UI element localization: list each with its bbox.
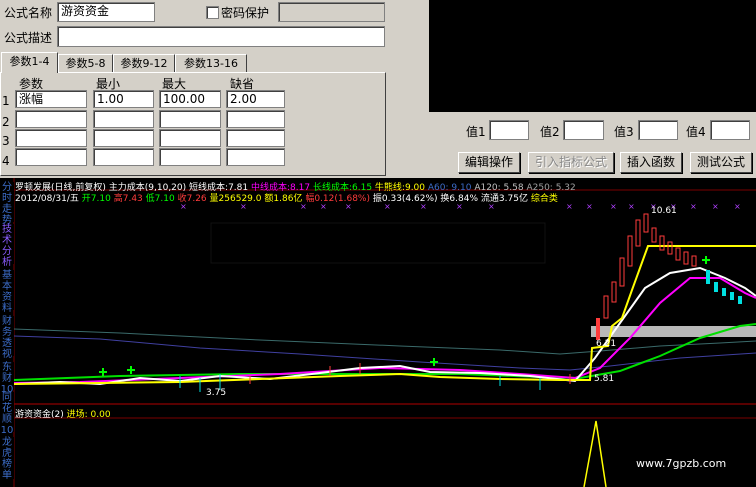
watermark-text: www.7gpzb.com (636, 457, 727, 470)
bull-bear-line (13, 245, 756, 385)
param-min-input[interactable] (93, 148, 154, 166)
high-price-annotation: 10.61 (651, 206, 677, 216)
open-value: 7.10 (90, 194, 111, 204)
password-label: 密码保护 (221, 6, 270, 20)
value4-label: 值4 (686, 125, 706, 139)
password-checkbox[interactable] (206, 6, 219, 19)
redaction-box (210, 222, 546, 264)
param-name-input[interactable] (15, 148, 87, 166)
turnover-value: 6.84% (449, 194, 479, 204)
import-indicator-button[interactable]: 引入指标公式 (528, 152, 614, 173)
stock-chart-area: × × × × × × × × × × × × × × × × × × 10.61 3.75 6.21 … (0, 178, 756, 487)
sidebar-item-financial[interactable]: 财务透视 (0, 316, 14, 360)
change-label: 幅 (305, 194, 315, 204)
tab-params-13-16[interactable]: 参数13-16 (175, 54, 247, 72)
float-value: 3.75亿 (498, 194, 528, 204)
param-max-input[interactable] (159, 110, 221, 128)
svg-text:×: × (610, 202, 617, 211)
price-annotation-2: 5.81 (594, 374, 615, 384)
param-max-input[interactable] (159, 129, 221, 147)
param-row-number: 1 (2, 94, 10, 108)
svg-text:×: × (734, 202, 741, 211)
formula-desc-input[interactable] (57, 26, 385, 47)
volume-value: 256529.0 (218, 194, 262, 204)
overlay-black-box (429, 0, 756, 112)
quote-line: 2012/08/31/五 开7.10 高7.43 低7.10 收7.26 量25… (15, 191, 558, 204)
green-arrow-marks (99, 256, 710, 376)
stock-chart-svg: × × × × × × × × × × × × × × × × × × (13, 178, 756, 487)
param-row-number: 3 (2, 134, 10, 148)
low-value: 7.10 (154, 194, 175, 204)
param-name-input[interactable]: 涨幅 (15, 90, 87, 108)
param-min-input[interactable] (93, 110, 154, 128)
svg-text:×: × (566, 202, 573, 211)
value3-label: 值3 (614, 125, 634, 139)
high-value: 7.43 (122, 194, 143, 204)
close-label: 收 (177, 194, 187, 204)
param-min-input[interactable] (93, 129, 154, 147)
svg-text:×: × (712, 202, 719, 211)
param-row-number: 4 (2, 154, 10, 168)
close-value: 7.26 (186, 194, 207, 204)
svg-text:×: × (628, 202, 635, 211)
formula-desc-label: 公式描述 (4, 31, 53, 45)
amplitude-value: 0.33(4.62%) (381, 194, 438, 204)
open-label: 开 (81, 194, 91, 204)
param-default-input[interactable] (226, 129, 285, 147)
tab-params-1-4[interactable]: 参数1-4 (1, 52, 58, 73)
mid-price-annotation: 6.21 (596, 339, 617, 349)
value1-label: 值1 (466, 125, 486, 139)
edit-operation-button[interactable]: 编辑操作 (458, 152, 520, 173)
param-name-input[interactable] (15, 110, 87, 128)
svg-text:×: × (586, 202, 593, 211)
sidebar-item-tonghuashun[interactable]: 同花顺10 (0, 392, 14, 436)
indicator-spike (583, 420, 607, 487)
svg-text:×: × (690, 202, 697, 211)
value1-input[interactable] (489, 120, 529, 140)
indicator-header: 游资资金(2) 进场: 0.00 (15, 407, 111, 420)
value2-input[interactable] (563, 120, 604, 140)
param-row-number: 2 (2, 115, 10, 129)
change-value: 0.12(1.68%) (314, 194, 370, 204)
formula-name-label: 公式名称 (4, 6, 53, 20)
volume-label: 量 (209, 194, 219, 204)
amount-value: 1.86亿 (273, 194, 303, 204)
param-max-input[interactable]: 100.00 (159, 90, 221, 108)
tab-params-5-8[interactable]: 参数5-8 (58, 54, 113, 72)
value4-input[interactable] (710, 120, 750, 140)
sidebar-item-technical[interactable]: 技术分析 (0, 224, 14, 268)
tab-params-9-12[interactable]: 参数9-12 (113, 54, 175, 72)
indicator-name: 游资资金(2) (15, 410, 64, 420)
param-min-input[interactable]: 1.00 (93, 90, 154, 108)
sidebar-item-eastmoney[interactable]: 东财10 (0, 362, 14, 395)
password-input (278, 2, 385, 22)
a120-line (13, 335, 756, 371)
test-formula-button[interactable]: 测试公式 (690, 152, 752, 173)
value3-input[interactable] (638, 120, 678, 140)
param-name-input[interactable] (15, 129, 87, 147)
param-default-input[interactable] (226, 148, 285, 166)
formula-name-input[interactable]: 游资资金 (57, 2, 155, 22)
insert-function-button[interactable]: 插入函数 (620, 152, 682, 173)
sidebar-item-dragon-tiger[interactable]: 龙虎榜单 (0, 437, 14, 481)
amplitude-label: 振 (372, 194, 382, 204)
indicator-entry-label: 进场: (66, 410, 88, 420)
value2-label: 值2 (540, 125, 560, 139)
indicator-entry-value: 0.00 (90, 410, 111, 420)
sidebar-item-basic-info[interactable]: 基本资料 (0, 270, 14, 314)
sidebar-item-intraday[interactable]: 分时走势 (0, 182, 14, 226)
sector-value: 综合类 (530, 194, 558, 204)
param-max-input[interactable] (159, 148, 221, 166)
param-default-input[interactable]: 2.00 (226, 90, 285, 108)
param-default-input[interactable] (226, 110, 285, 128)
low-label: 低 (145, 194, 155, 204)
quote-date: 2012/08/31/五 (15, 194, 79, 204)
low-price-annotation: 3.75 (206, 388, 227, 398)
high-label: 高 (113, 194, 123, 204)
float-label: 流通 (480, 194, 499, 204)
